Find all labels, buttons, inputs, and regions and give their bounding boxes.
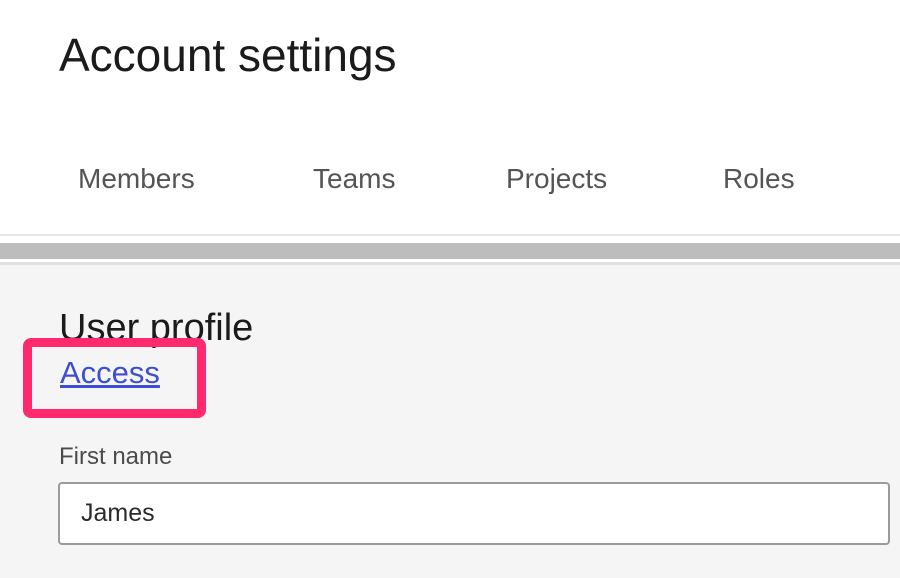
page-title: Account settings [59,29,397,81]
first-name-label: First name [59,443,173,470]
section-title: User profile [59,307,254,349]
tab-roles[interactable]: Roles [723,150,795,208]
tab-teams[interactable]: Teams [313,150,395,208]
profile-content: User profile Access First name [0,265,900,578]
tab-members[interactable]: Members [78,150,195,208]
access-link[interactable]: Access [60,353,160,393]
section-separator [0,243,900,259]
settings-tabs: Members Teams Projects Roles [0,150,900,208]
first-name-field[interactable] [58,482,890,545]
header-area: Account settings Members Teams Projects … [0,0,900,236]
header-divider [0,234,900,236]
tab-projects[interactable]: Projects [506,150,607,208]
